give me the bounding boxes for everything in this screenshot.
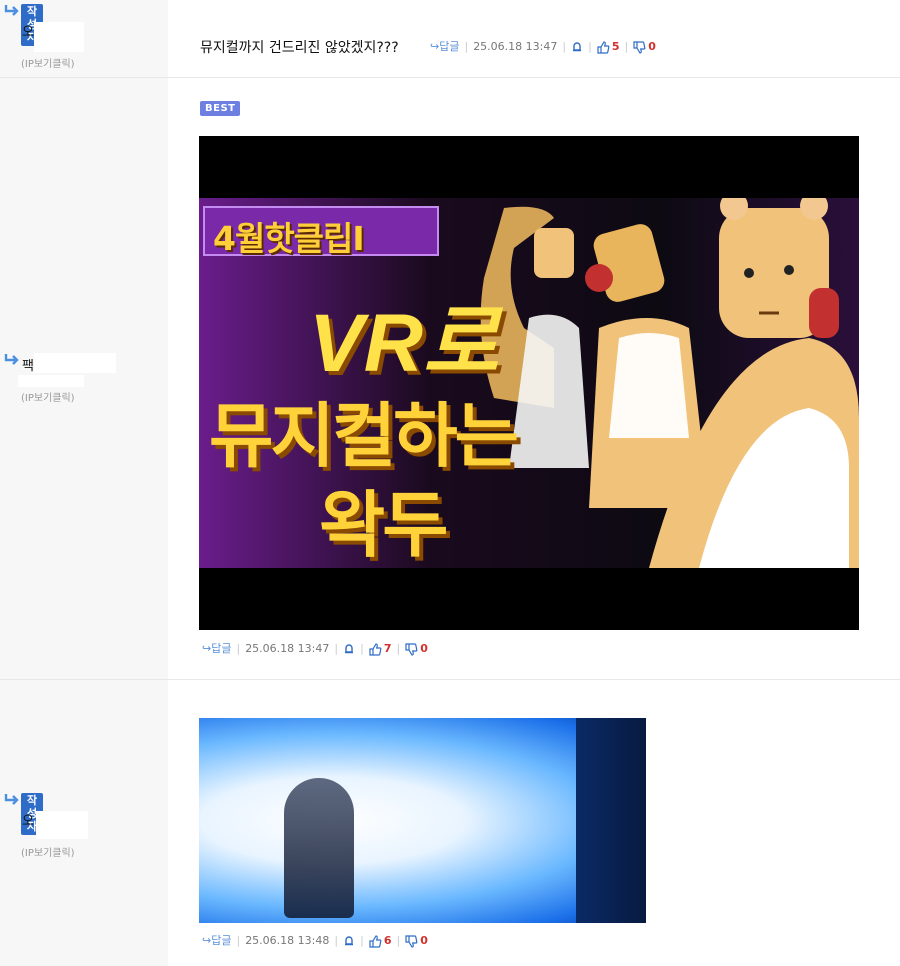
thumbs-down-icon[interactable] — [633, 40, 646, 54]
comment-date: 25.06.18 13:47 — [473, 40, 558, 53]
thumbs-up-icon[interactable] — [369, 642, 382, 656]
comment-author-panel: 팩 (IP보기클릭) — [0, 78, 168, 679]
like-count: 5 — [611, 40, 620, 53]
nickname[interactable]: 오 — [22, 810, 34, 829]
thumbnail-art: 4월핫클립Ⅰ VR로 뮤지컬하는 왁두 — [199, 198, 859, 568]
ip-link[interactable]: (IP보기클릭) — [21, 389, 75, 404]
comment-author-panel: 작성자 오 (IP보기클릭) — [0, 680, 168, 966]
nickname-mask — [36, 811, 88, 839]
nickname-mask-2 — [18, 375, 84, 387]
attached-image[interactable] — [199, 718, 646, 923]
ip-link[interactable]: (IP보기클릭) — [21, 55, 75, 70]
comment-author-panel: 작성자 오 (IP보기클릭) — [0, 0, 168, 77]
thumbs-down-icon[interactable] — [405, 934, 418, 948]
thumbnail-banner: 4월핫클립Ⅰ — [203, 206, 439, 258]
comment-text: 뮤지컬까지 건드리진 않았겠지??? — [200, 40, 399, 56]
comment-2: 팩 (IP보기클릭) BEST 4월핫클립Ⅰ VR로 뮤지컬하는 왁두 ↪답글 … — [0, 78, 900, 680]
comment-3: 작성자 오 (IP보기클릭) ↪답글 | 25.06.18 13:48 | | … — [0, 680, 900, 966]
thumbs-up-icon[interactable] — [369, 934, 382, 948]
dislike-count: 0 — [648, 40, 656, 53]
best-badge: BEST — [200, 101, 241, 116]
comment-1: 작성자 오 (IP보기클릭) 뮤지컬까지 건드리진 않았겠지??? ↪답글 | … — [0, 0, 900, 78]
dislike-count: 0 — [420, 642, 428, 655]
ip-link[interactable]: (IP보기클릭) — [21, 844, 75, 859]
reply-arrow-icon — [4, 794, 19, 805]
reply-link[interactable]: ↪답글 — [430, 40, 459, 54]
report-bell-icon[interactable] — [343, 935, 355, 947]
thumbs-up-icon[interactable] — [597, 40, 610, 54]
report-bell-icon[interactable] — [571, 41, 583, 53]
nickname[interactable]: 팩 — [22, 355, 34, 374]
comment-meta: ↪답글 | 25.06.18 13:47 | | 5 | 0 — [430, 40, 656, 54]
like-count: 7 — [383, 642, 392, 655]
thumbs-down-icon[interactable] — [405, 642, 418, 656]
thumbnail-title-line3: 왁두 — [319, 483, 448, 567]
reply-arrow-icon — [4, 354, 19, 365]
comment-date: 25.06.18 13:48 — [245, 934, 330, 947]
dislike-count: 0 — [420, 934, 428, 947]
reply-link[interactable]: ↪답글 — [202, 934, 231, 948]
like-count: 6 — [383, 934, 392, 947]
reply-arrow-icon — [4, 5, 19, 16]
nickname[interactable]: 오 — [22, 21, 34, 40]
comment-meta: ↪답글 | 25.06.18 13:48 | | 6 | 0 — [202, 934, 428, 948]
report-bell-icon[interactable] — [343, 643, 355, 655]
nickname-mask — [34, 353, 116, 373]
comment-date: 25.06.18 13:47 — [245, 642, 330, 655]
thumbnail-title-line1: VR로 — [309, 298, 499, 389]
video-thumbnail[interactable]: 4월핫클립Ⅰ VR로 뮤지컬하는 왁두 — [199, 136, 859, 630]
reply-link[interactable]: ↪답글 — [202, 642, 231, 656]
nickname-mask — [34, 22, 84, 52]
comment-meta: ↪답글 | 25.06.18 13:47 | | 7 | 0 — [202, 642, 428, 656]
performer-figure — [284, 778, 354, 918]
